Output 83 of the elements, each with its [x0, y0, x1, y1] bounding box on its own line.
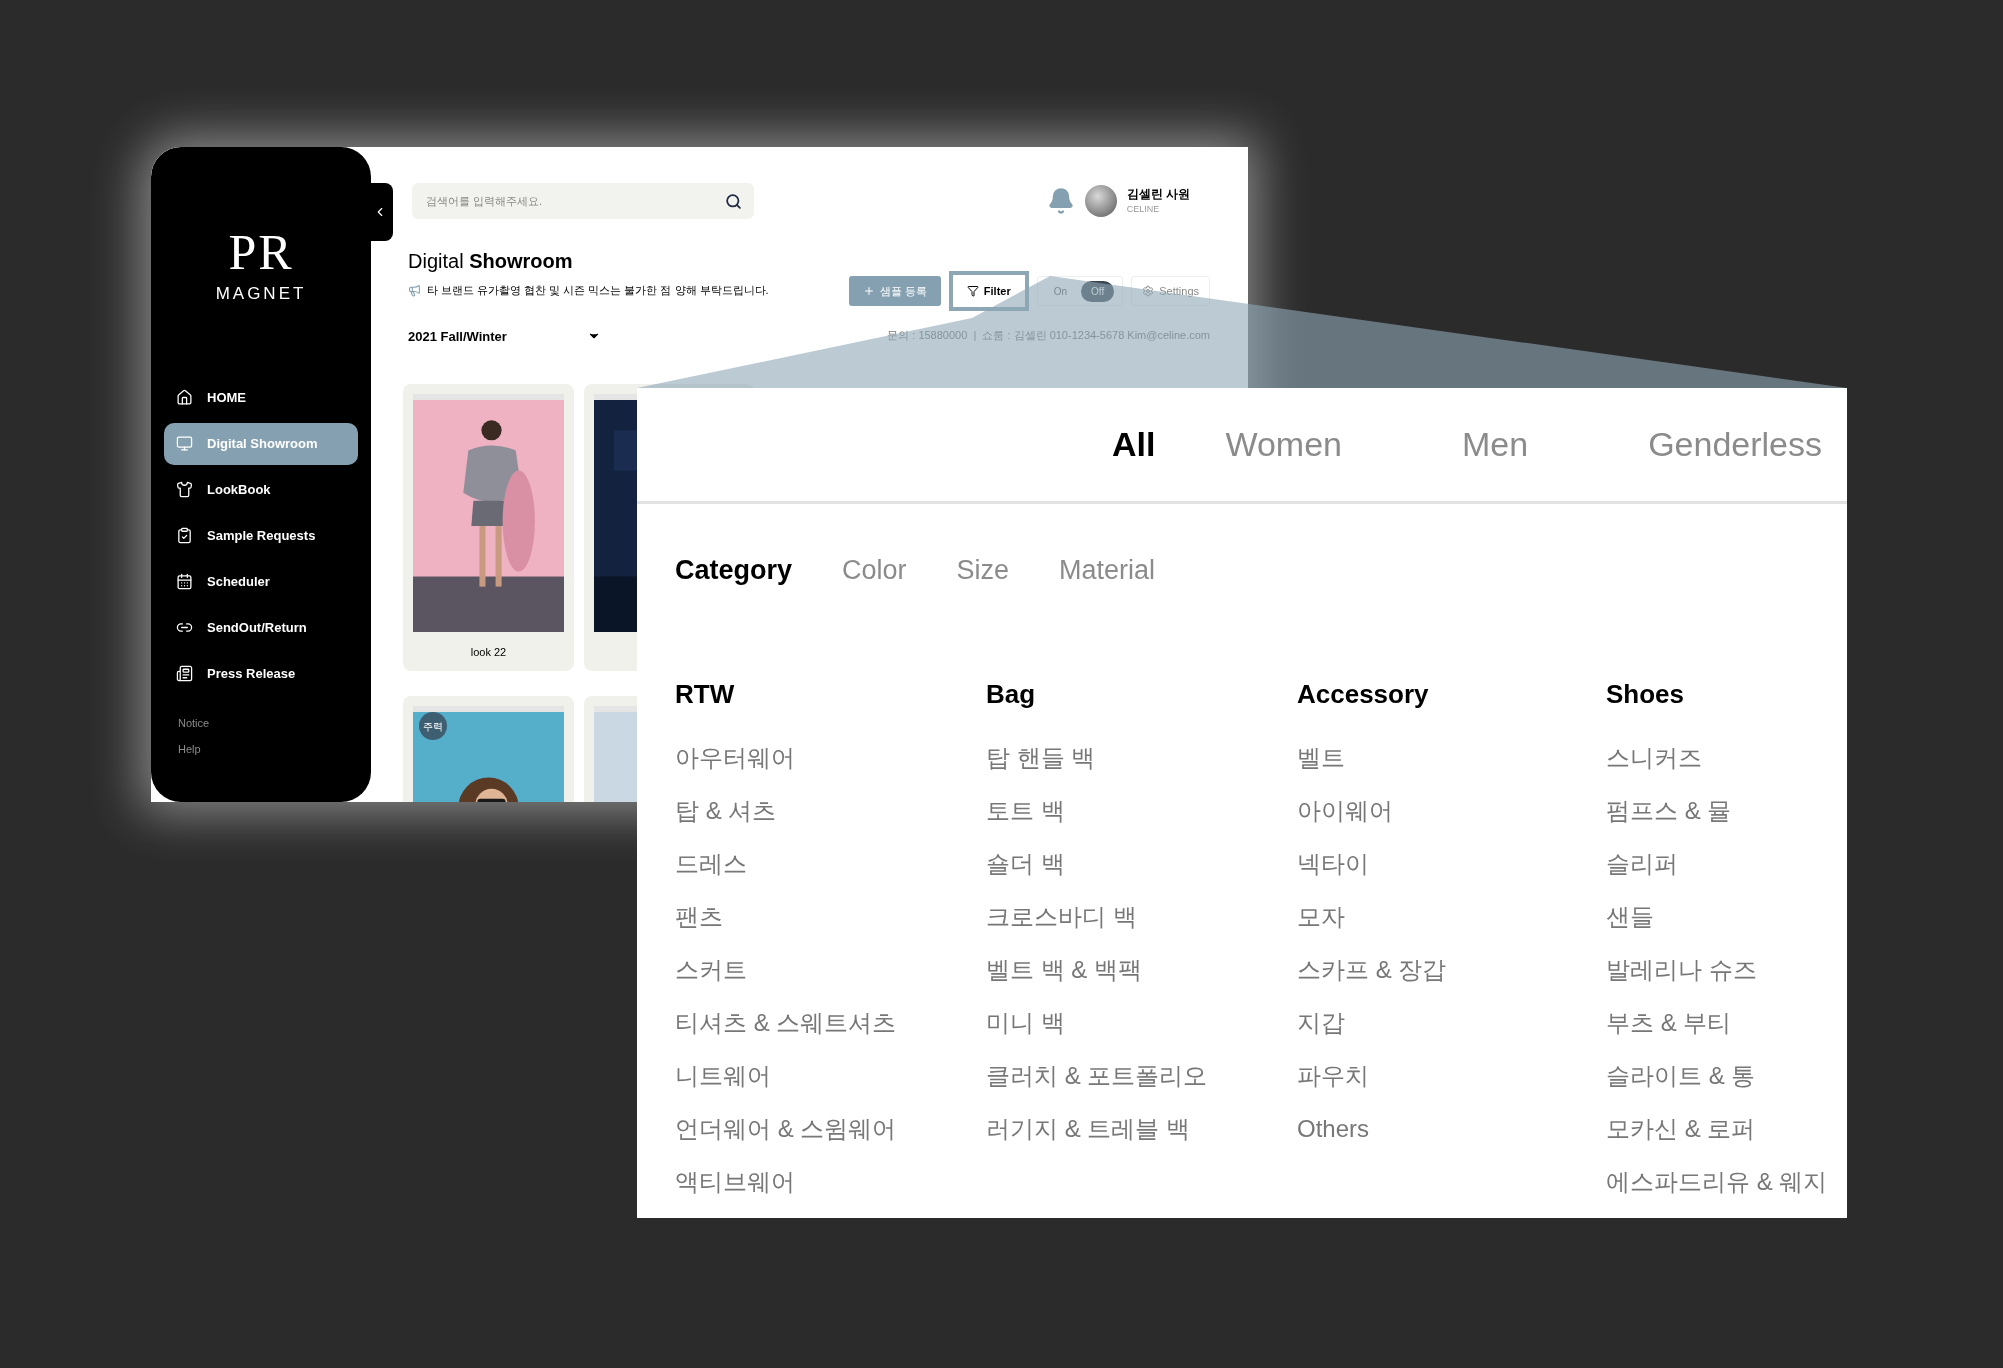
category-option[interactable]: 숄더 백: [986, 846, 1297, 881]
audience-tab[interactable]: All: [1112, 419, 1156, 470]
category-option[interactable]: Others: [1297, 1111, 1606, 1146]
user-brand: CELINE: [1126, 203, 1161, 217]
nav-item[interactable]: LookBook: [164, 468, 358, 511]
facet-tab[interactable]: Material: [1059, 550, 1156, 591]
category-heading: RTW: [675, 677, 736, 711]
category-option[interactable]: 발레리나 슈즈: [1606, 952, 1866, 987]
category-option[interactable]: 벨트 백 & 백팩: [986, 952, 1297, 987]
category-option[interactable]: 모카신 & 로퍼: [1606, 1111, 1866, 1146]
nav-item[interactable]: Sample Requests: [164, 514, 358, 557]
newspaper-icon: [176, 665, 193, 682]
category-option[interactable]: 넥타이: [1297, 846, 1606, 881]
look-label: look 22: [470, 645, 507, 660]
nav-item[interactable]: Digital Showroom: [164, 422, 358, 465]
page-title: Digital Showroom: [408, 249, 574, 274]
megaphone-icon: [408, 283, 421, 297]
category-option[interactable]: 모자: [1297, 899, 1606, 934]
category-option[interactable]: 토트 백: [986, 793, 1297, 828]
audience-tab[interactable]: Genderless: [1648, 419, 1822, 470]
category-option[interactable]: 지갑: [1297, 1005, 1606, 1040]
category-option[interactable]: 샌들: [1606, 899, 1866, 934]
category-option[interactable]: 탑 핸들 백: [986, 740, 1297, 775]
nav-item[interactable]: SendOut/Return: [164, 606, 358, 649]
filter-button[interactable]: Filter: [948, 271, 1029, 311]
category-option[interactable]: 티셔츠 & 스웨트셔츠: [675, 1005, 986, 1040]
category-option[interactable]: 드레스: [675, 846, 986, 881]
category-option[interactable]: 벨트: [1297, 740, 1606, 775]
category-option[interactable]: 아우터웨어: [675, 740, 986, 775]
search-field[interactable]: 검색어를 입력해주세요.: [412, 183, 754, 219]
category-option[interactable]: 니트웨어: [675, 1058, 986, 1093]
facet-tab[interactable]: Size: [956, 550, 1010, 591]
facet-tab[interactable]: Category: [675, 550, 793, 591]
category-option[interactable]: 스커트: [675, 952, 986, 987]
category-option[interactable]: 아이웨어: [1297, 793, 1606, 828]
look-card[interactable]: 주력: [403, 696, 574, 802]
audience-tab[interactable]: Women: [1225, 419, 1342, 470]
nav-item[interactable]: Scheduler: [164, 560, 358, 603]
bell-icon[interactable]: [1046, 187, 1075, 215]
settings-button[interactable]: Settings: [1131, 276, 1210, 306]
category-option[interactable]: 언더웨어 & 스윔웨어: [675, 1111, 986, 1146]
category-option[interactable]: 펌프스 & 뮬: [1606, 793, 1866, 828]
category-heading: Shoes: [1606, 677, 1686, 711]
logo-mark: PR: [228, 227, 294, 277]
category-option[interactable]: 스카프 & 장갑: [1297, 952, 1606, 987]
footer-link[interactable]: Notice: [178, 714, 344, 731]
nav-item[interactable]: Press Release: [164, 652, 358, 695]
settings-icon: [1142, 285, 1155, 297]
nav-item[interactable]: HOME: [164, 376, 358, 419]
facet-tab[interactable]: Color: [842, 550, 907, 591]
shirt-icon: [176, 481, 193, 498]
search-icon: [725, 193, 742, 210]
category-option[interactable]: 클러치 & 포트폴리오: [986, 1058, 1297, 1093]
category-option[interactable]: 탑 & 셔츠: [675, 793, 986, 828]
category-option[interactable]: 팬츠: [675, 899, 986, 934]
season-select[interactable]: 2021 Fall/Winter: [408, 326, 507, 346]
user-name: 김셀린 사원: [1126, 186, 1190, 204]
calendar-icon: [176, 573, 193, 590]
category-option[interactable]: 슬라이트 & 통: [1606, 1058, 1866, 1093]
category-option[interactable]: 액티브웨어: [675, 1164, 986, 1199]
category-option[interactable]: 슬리퍼: [1606, 846, 1866, 881]
category-option[interactable]: 크로스바디 백: [986, 899, 1297, 934]
category-option[interactable]: 러기지 & 트레블 백: [986, 1111, 1297, 1146]
avatar: [1084, 185, 1117, 217]
filter-icon: [966, 285, 979, 297]
category-option[interactable]: 스니커즈: [1606, 740, 1866, 775]
clipboard-icon: [176, 527, 193, 544]
audience-tab[interactable]: Men: [1462, 419, 1529, 470]
category-option[interactable]: 파우치: [1297, 1058, 1606, 1093]
category-option[interactable]: 에스파드리유 & 웨지: [1606, 1164, 1866, 1199]
footer-link[interactable]: Help: [178, 741, 344, 758]
notice-text: 타 브랜드 유가촬영 협찬 및 시즌 믹스는 불가한 점 양해 부탁드립니다.: [427, 283, 769, 298]
add-sample-button[interactable]: 샘플 등록: [848, 276, 941, 306]
category-option[interactable]: 부츠 & 부티: [1606, 1005, 1866, 1040]
category-heading: Accessory: [1297, 677, 1430, 711]
on-off-toggle[interactable]: On Off: [1036, 276, 1124, 306]
category-heading: Bag: [986, 677, 1037, 711]
category-option[interactable]: 미니 백: [986, 1005, 1297, 1040]
house-icon: [176, 389, 193, 406]
look-card[interactable]: look 22: [403, 384, 574, 671]
plus-icon: [862, 285, 875, 297]
logo-wordmark: MAGNET: [215, 283, 307, 305]
monitor-icon: [176, 435, 193, 452]
